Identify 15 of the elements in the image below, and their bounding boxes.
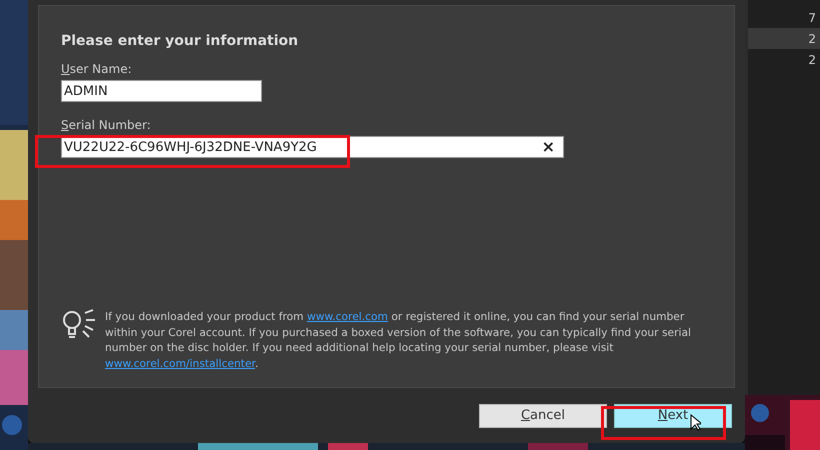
field-label: Serial Number: xyxy=(61,118,152,132)
cancel-button[interactable]: Cancel xyxy=(479,404,607,428)
cursor-icon xyxy=(690,414,701,431)
serial-number-help-text: If you downloaded your product from www.corel.com or registered it online, you can find your serial number within your Corel account. If you purchased a boxed version of the software, you can typically find your serial number on the disc holder. If you need additional help locating your serial number, please visit www.corel.com/installcenter. xyxy=(105,309,692,371)
list-row[interactable]: 2 xyxy=(748,49,820,70)
field-label: User Name: xyxy=(61,62,133,76)
input-field[interactable]: VU22U22-6C96WHJ-6J32DNE-VNA9Y2G × xyxy=(61,136,564,158)
list-row[interactable]: 2 xyxy=(748,28,820,49)
lightbulb-icon xyxy=(61,309,97,341)
clear-icon[interactable]: × xyxy=(536,139,561,155)
list-row[interactable]: 7 xyxy=(748,7,820,28)
link[interactable]: www.corel.com/installcenter xyxy=(105,356,255,370)
input-field[interactable]: ADMIN xyxy=(61,80,262,102)
dialog-heading: Please enter your information xyxy=(61,33,300,49)
link[interactable]: www.corel.com xyxy=(306,310,388,323)
